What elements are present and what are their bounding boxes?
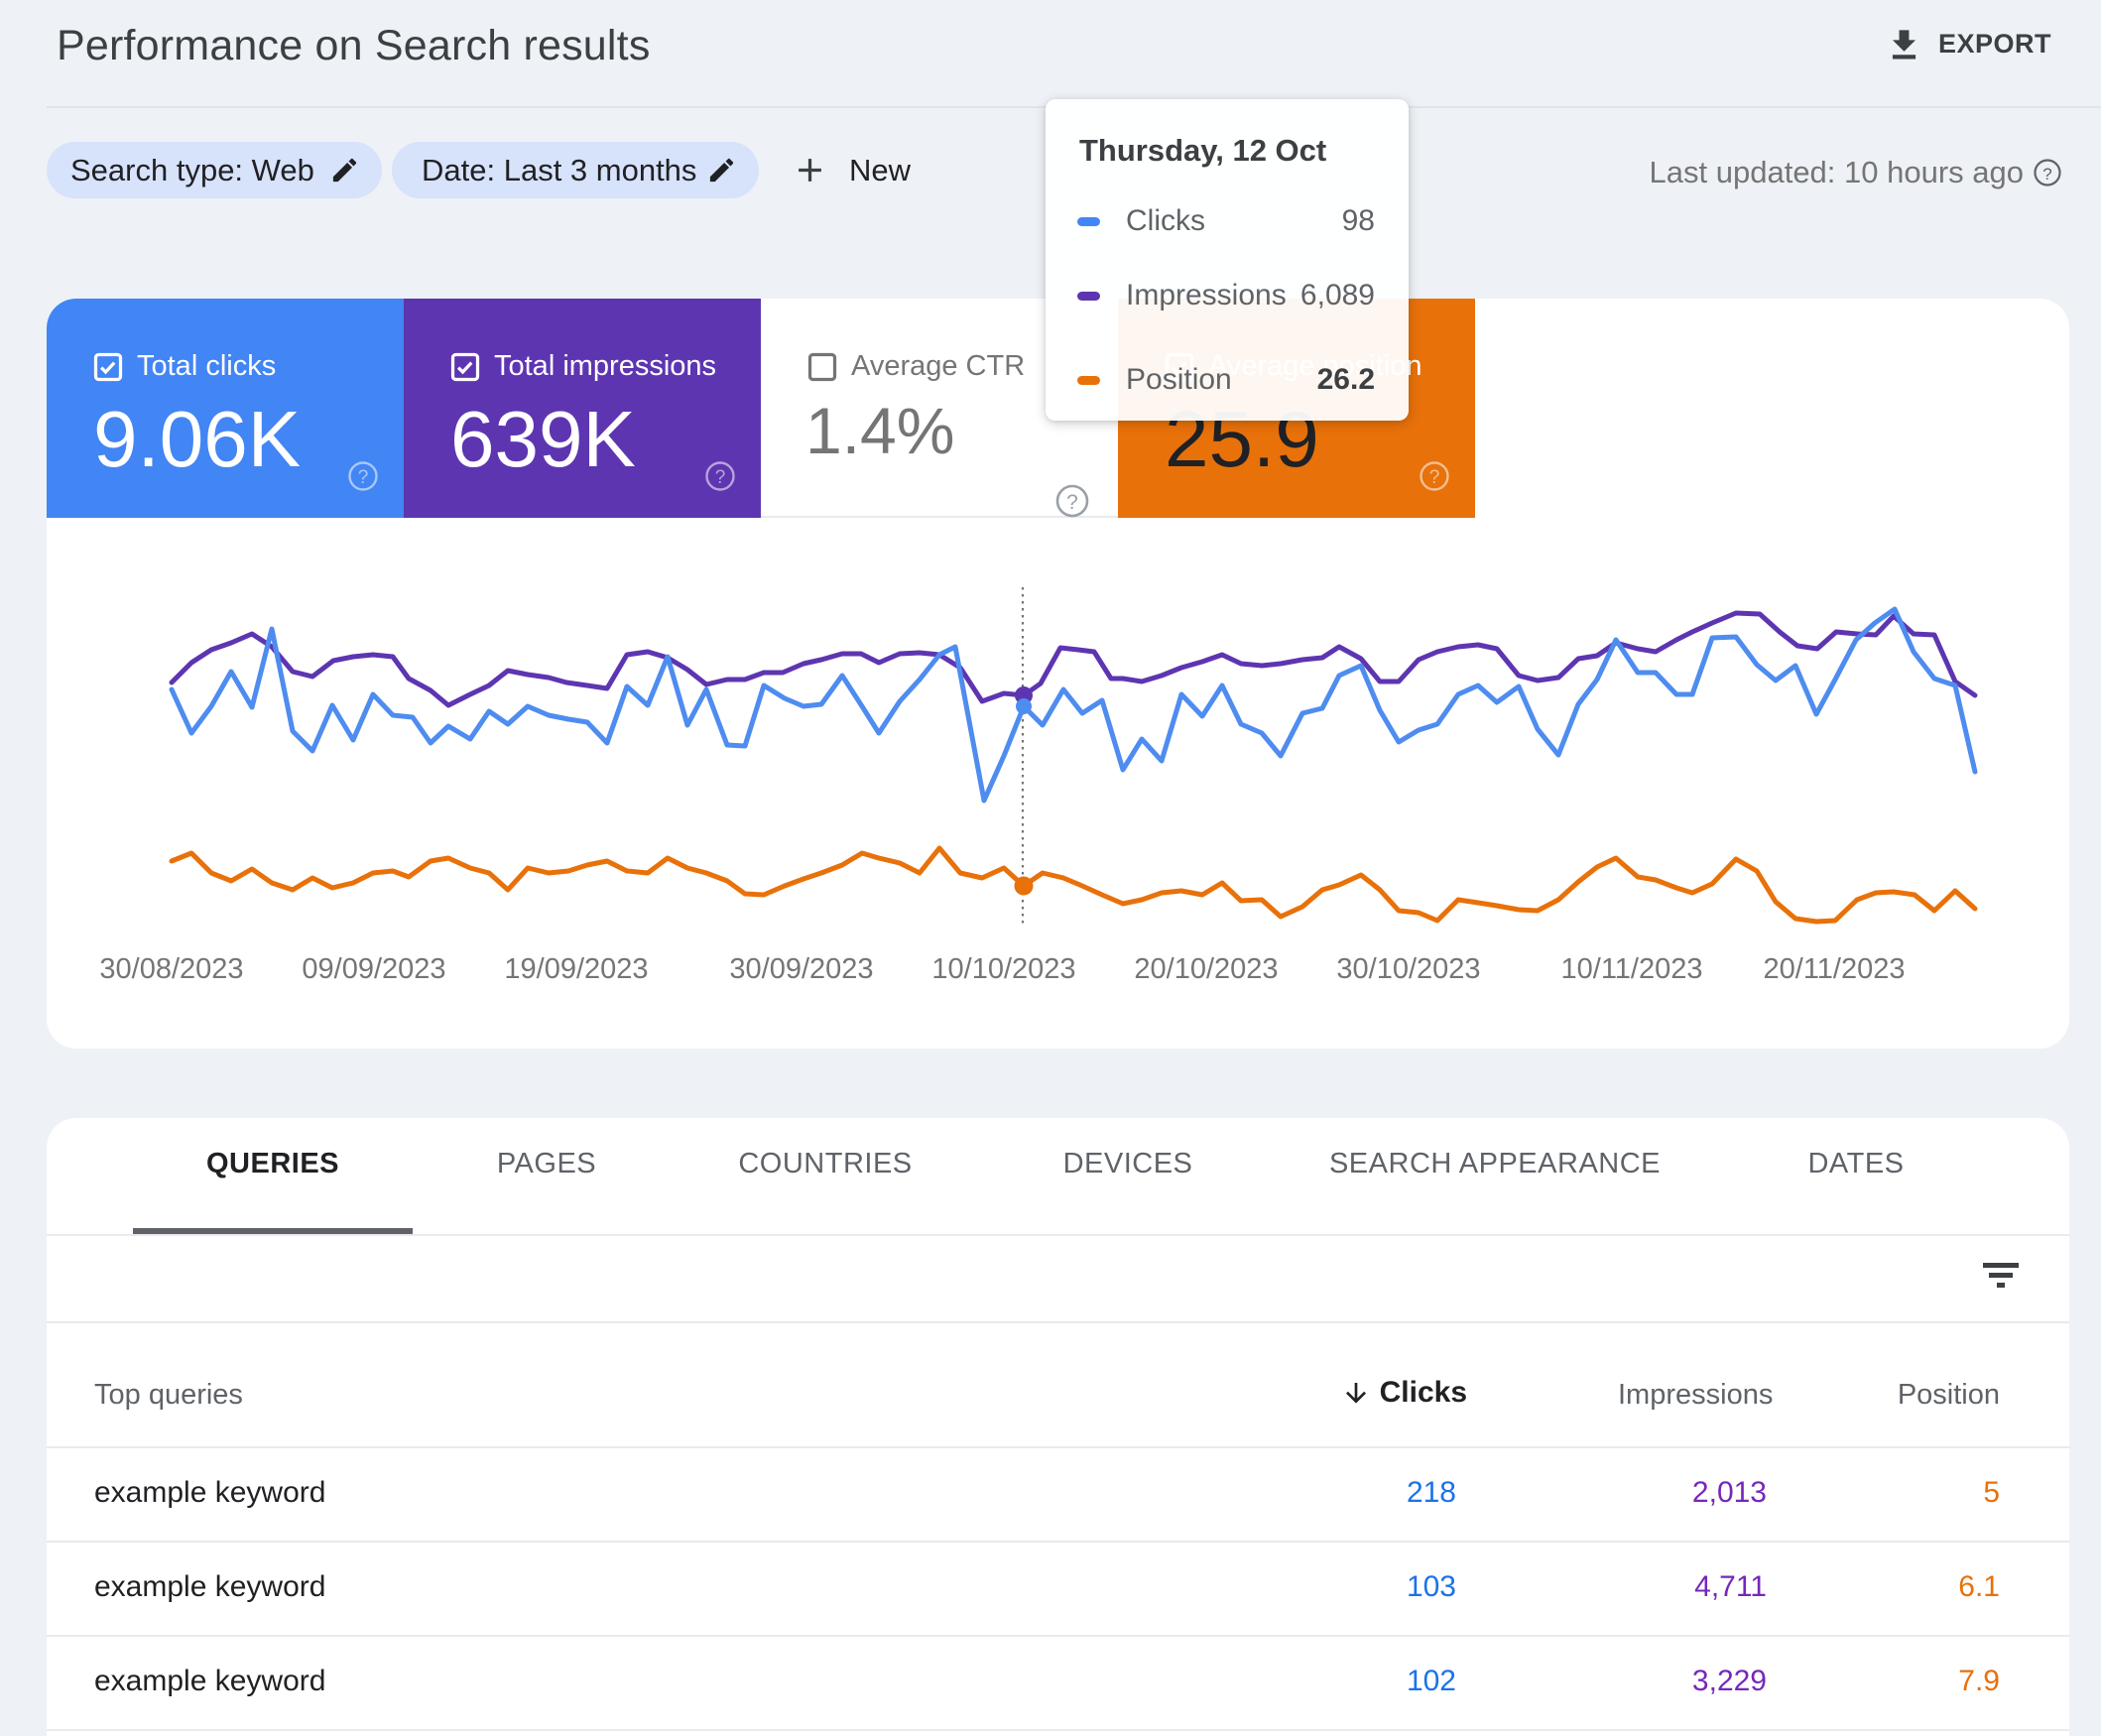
svg-text:09/09/2023: 09/09/2023 bbox=[302, 953, 445, 985]
svg-text:?: ? bbox=[2042, 165, 2051, 184]
svg-text:?: ? bbox=[715, 467, 726, 488]
svg-text:?: ? bbox=[358, 467, 369, 488]
svg-text:?: ? bbox=[1429, 467, 1440, 488]
svg-text:20/10/2023: 20/10/2023 bbox=[1134, 953, 1278, 985]
svg-text:30/10/2023: 30/10/2023 bbox=[1336, 953, 1480, 985]
svg-text:19/09/2023: 19/09/2023 bbox=[504, 953, 648, 985]
svg-text:20/11/2023: 20/11/2023 bbox=[1764, 953, 1906, 985]
svg-text:30/08/2023: 30/08/2023 bbox=[99, 953, 243, 985]
svg-text:?: ? bbox=[1066, 491, 1078, 514]
svg-text:30/09/2023: 30/09/2023 bbox=[729, 953, 873, 985]
svg-text:10/11/2023: 10/11/2023 bbox=[1561, 953, 1703, 985]
svg-text:10/10/2023: 10/10/2023 bbox=[931, 953, 1075, 985]
